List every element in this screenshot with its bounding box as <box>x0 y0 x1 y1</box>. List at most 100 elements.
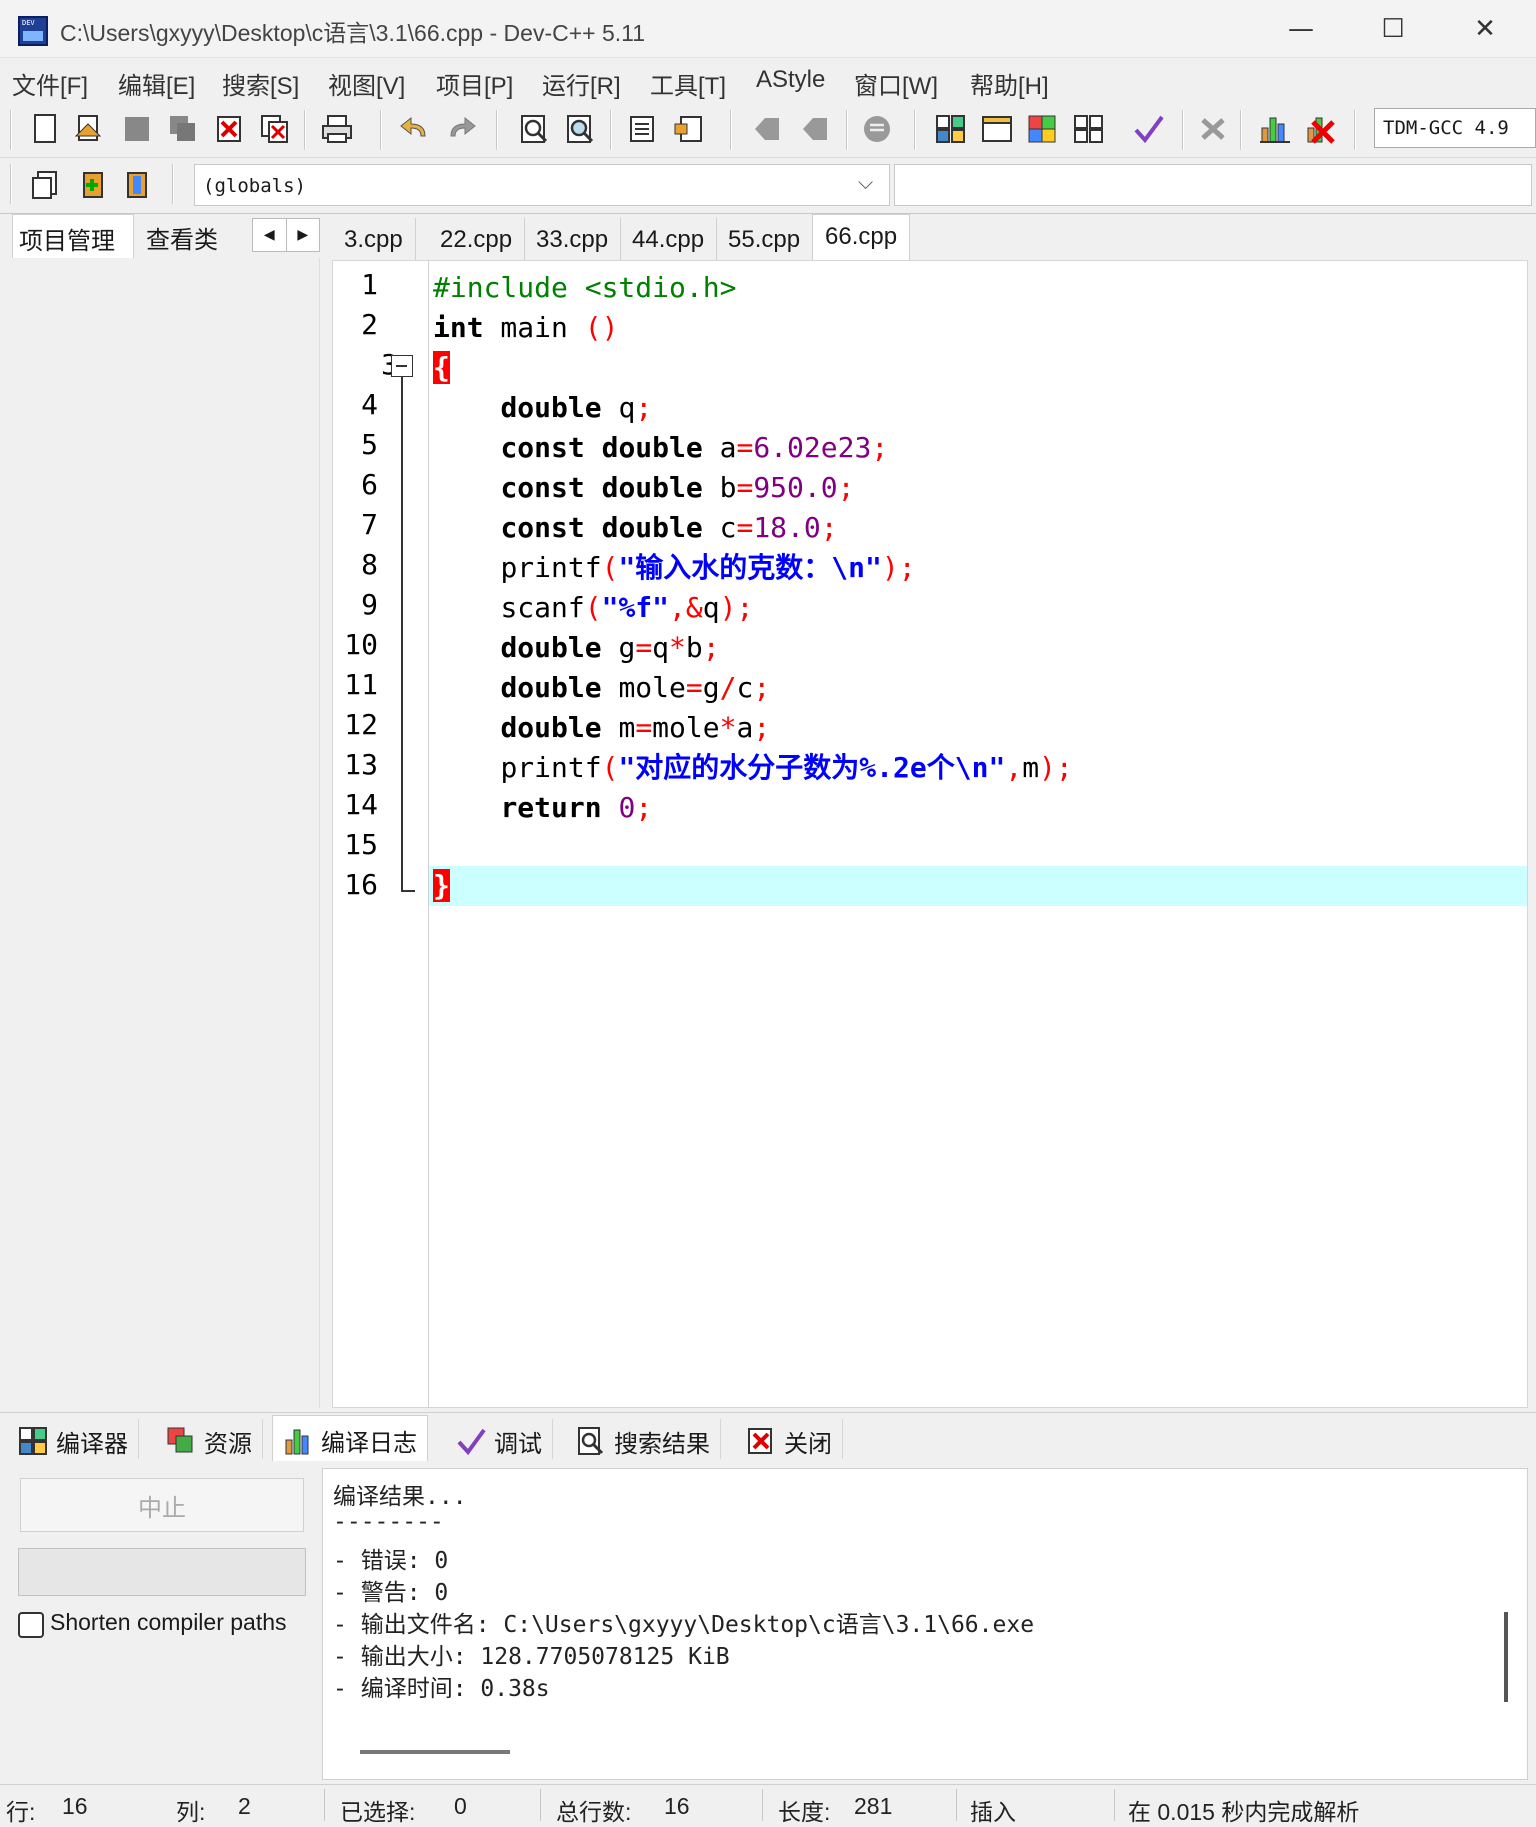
line-number: 14 <box>344 788 378 821</box>
fold-toggle-icon[interactable] <box>391 355 413 377</box>
status-length-label: 长度: <box>778 1799 831 1825</box>
menu-help[interactable]: 帮助[H] <box>970 66 1049 101</box>
code-editor[interactable]: 1 2 3 4 5 6 7 8 9 10 11 12 13 14 15 16 #… <box>332 260 1528 1408</box>
menu-window[interactable]: 窗口[W] <box>854 66 938 101</box>
debug-check-icon <box>457 1428 486 1456</box>
indent-right-icon[interactable] <box>798 112 832 146</box>
find-icon[interactable] <box>518 112 552 146</box>
close-file-icon[interactable] <box>212 112 246 146</box>
compile-log-icon <box>285 1429 309 1454</box>
code-line-8: printf("输入水的克数：\n"); <box>500 551 916 584</box>
title-bar: C:\Users\gxyyy\Desktop\c语言\3.1\66.cpp - … <box>0 0 1536 58</box>
profile-icon[interactable] <box>1258 112 1292 146</box>
log-vertical-scrollbar[interactable] <box>1504 1612 1508 1702</box>
tab-debug[interactable]: 调试 <box>446 1419 553 1459</box>
chevron-down-icon[interactable]: ⌵ <box>858 170 873 194</box>
close-all-icon[interactable] <box>258 112 292 146</box>
undo-icon[interactable] <box>398 112 432 146</box>
compile-icon[interactable] <box>934 112 968 146</box>
indent-left-icon[interactable] <box>750 112 784 146</box>
tab-66-cpp[interactable]: 66.cpp <box>812 214 911 260</box>
tab-search-results[interactable]: 搜索结果 <box>566 1419 721 1459</box>
status-parse-time: 在 0.015 秒内完成解析 <box>1128 1799 1360 1825</box>
status-selected-label: 已选择: <box>340 1799 416 1825</box>
add-to-project-icon[interactable] <box>74 168 108 202</box>
scope-select[interactable]: (globals) <box>194 164 890 206</box>
remove-from-project-icon[interactable] <box>120 168 154 202</box>
line-number: 5 <box>361 428 378 461</box>
print-icon[interactable] <box>320 112 354 146</box>
code-line-5: const double a=6.02e23; <box>500 431 889 464</box>
scroll-left-icon[interactable]: ◀ <box>253 219 286 251</box>
toggle-comment-icon[interactable] <box>860 112 894 146</box>
replace-icon[interactable] <box>564 112 598 146</box>
code-line-3: { <box>433 348 450 388</box>
menu-edit[interactable]: 编辑[E] <box>118 66 195 101</box>
menu-view[interactable]: 视图[V] <box>328 66 405 101</box>
toolbar-separator <box>846 110 848 150</box>
tab-class-browser[interactable]: 查看类 <box>140 214 240 258</box>
close-button[interactable]: ✕ <box>1440 0 1530 58</box>
close-panel-icon <box>748 1428 772 1454</box>
status-col-value: 2 <box>238 1793 251 1819</box>
tab-3-cpp[interactable]: 3.cpp <box>332 218 416 260</box>
menu-astyle[interactable]: AStyle <box>756 66 825 94</box>
members-select[interactable] <box>894 164 1532 206</box>
compiler-select[interactable]: TDM-GCC 4.9 <box>1374 108 1536 148</box>
scroll-right-icon[interactable]: ▶ <box>285 219 320 251</box>
tab-33-cpp[interactable]: 33.cpp <box>524 218 622 260</box>
menu-tools[interactable]: 工具[T] <box>650 66 726 101</box>
code-line-13: printf("对应的水分子数为%.2e个\n",m); <box>500 751 1073 784</box>
tab-22-cpp[interactable]: 22.cpp <box>428 218 526 260</box>
toolbar-separator <box>1182 110 1184 150</box>
tab-44-cpp[interactable]: 44.cpp <box>620 218 718 260</box>
menu-run[interactable]: 运行[R] <box>542 66 621 101</box>
save-icon[interactable] <box>120 112 154 146</box>
menu-search[interactable]: 搜索[S] <box>222 66 299 101</box>
code-line-10: double g=q*b; <box>500 631 720 664</box>
log-horizontal-scrollbar[interactable] <box>360 1750 510 1754</box>
tab-resources[interactable]: 资源 <box>156 1419 263 1459</box>
bottom-panel-tabs: 编译器 资源 编译日志 调试 搜索结果 关闭 <box>0 1412 1536 1461</box>
matched-brace: } <box>433 869 450 902</box>
status-separator <box>1114 1789 1115 1821</box>
goto-line-icon[interactable] <box>626 112 660 146</box>
line-number: 2 <box>361 308 378 341</box>
code-line-14: return 0; <box>500 791 653 824</box>
shorten-paths-label: Shorten compiler paths <box>50 1609 287 1635</box>
compile-log-output[interactable]: 编译结果... -------- - 错误: 0 - 警告: 0 - 输出文件名… <box>322 1468 1528 1780</box>
line-number: 9 <box>361 588 378 621</box>
rebuild-icon[interactable] <box>1072 112 1106 146</box>
maximize-button[interactable]: ☐ <box>1348 0 1438 58</box>
menu-bar: 文件[F] 编辑[E] 搜索[S] 视图[V] 项目[P] 运行[R] 工具[T… <box>0 58 1536 104</box>
redo-icon[interactable] <box>444 112 478 146</box>
save-all-icon[interactable] <box>166 112 200 146</box>
syntax-check-icon[interactable] <box>1132 112 1166 146</box>
toolbar-separator <box>10 110 12 150</box>
tab-debug-label: 调试 <box>494 1430 542 1458</box>
delete-profile-icon[interactable] <box>1304 112 1338 146</box>
tab-compile-log[interactable]: 编译日志 <box>272 1415 428 1461</box>
menu-project[interactable]: 项目[P] <box>436 66 513 101</box>
compile-run-icon[interactable] <box>1026 112 1060 146</box>
new-project-icon[interactable] <box>28 168 62 202</box>
toggle-bookmark-icon[interactable] <box>672 112 706 146</box>
abort-compile-button[interactable]: 中止 <box>20 1478 304 1532</box>
status-selected-value: 0 <box>454 1793 467 1819</box>
minimize-button[interactable]: — <box>1256 0 1346 58</box>
tab-close[interactable]: 关闭 <box>736 1419 843 1459</box>
tab-project-manager[interactable]: 项目管理 <box>12 214 134 258</box>
status-separator <box>956 1789 957 1821</box>
open-file-icon[interactable] <box>72 112 106 146</box>
shorten-paths-checkbox[interactable] <box>18 1612 44 1638</box>
toolbar-separator <box>380 110 382 150</box>
tab-55-cpp[interactable]: 55.cpp <box>716 218 814 260</box>
menu-file[interactable]: 文件[F] <box>12 66 88 101</box>
run-icon[interactable] <box>980 112 1014 146</box>
devcpp-app-icon <box>18 16 48 46</box>
new-file-icon[interactable] <box>28 112 62 146</box>
tab-compiler[interactable]: 编译器 <box>8 1419 139 1459</box>
fold-guide <box>401 377 403 892</box>
clean-icon[interactable] <box>1196 112 1230 146</box>
line-number-gutter: 1 2 3 4 5 6 7 8 9 10 11 12 13 14 15 16 <box>333 261 429 1407</box>
